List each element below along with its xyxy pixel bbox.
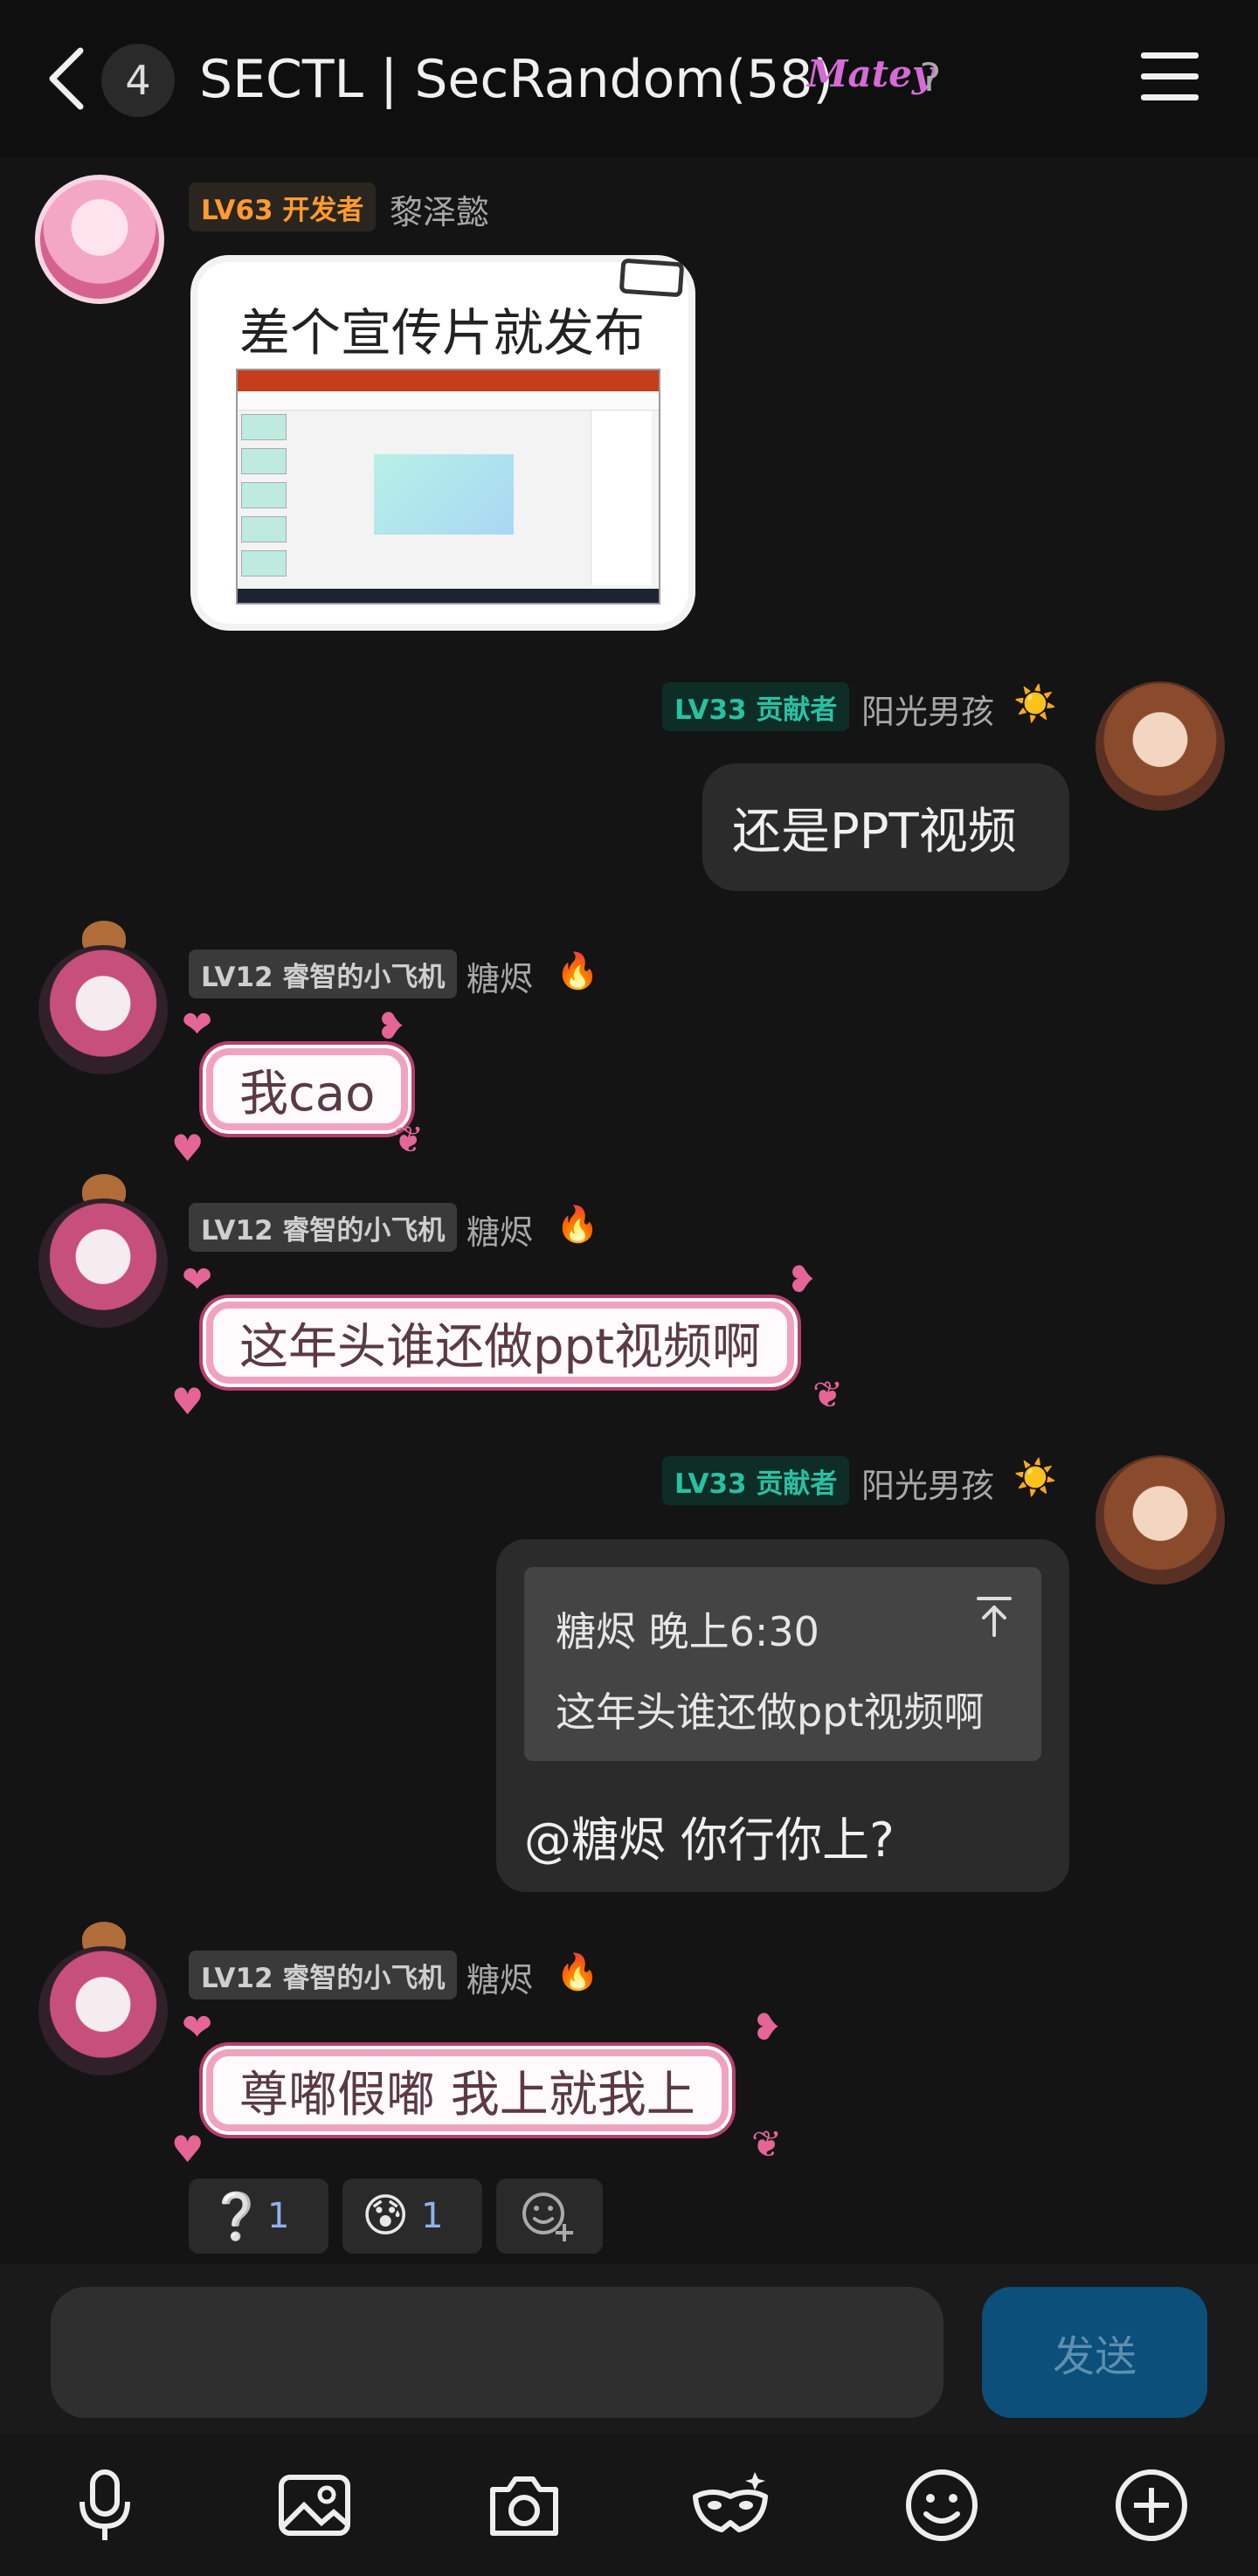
image-icon[interactable] [271,2462,358,2549]
message-bubble[interactable]: 我cao [206,1048,409,1130]
jump-to-top-icon[interactable] [973,1593,1015,1639]
heart-decoration: ❥ [376,1005,407,1047]
reaction-chip[interactable]: ❔ 1 [189,2179,328,2254]
avatar[interactable] [1096,681,1225,811]
question-mark-icon: ❔ [208,2190,265,2243]
brand-tag: Matey [807,52,934,95]
level-badge: LV33 贡献者 [662,682,850,731]
avatar[interactable] [38,1198,168,1328]
quoted-message[interactable]: 糖烬 晚上6:30 这年头谁还做ppt视频啊 [524,1567,1041,1761]
level-badge: LV63 开发者 [189,183,377,231]
sender-name[interactable]: 黎泽懿 [390,185,489,233]
reply-text: @糖烬 你行你上? [524,1813,895,1868]
composer-bar: 发送 [0,2264,1258,2434]
flame-icon: 🔥 [556,951,599,991]
flame-icon: 🔥 [556,1952,599,1992]
heart-decoration: ❥ [786,1258,818,1301]
heart-decoration: ❦ [751,2123,783,2165]
card-caption: 差个宣传片就发布 [239,303,646,363]
sender-name[interactable]: 糖烬 [467,1205,533,1253]
flame-icon: 🔥 [556,1205,599,1245]
add-reaction-icon [522,2193,573,2241]
microphone-icon[interactable] [61,2462,149,2549]
sun-icon: ☀️ [1013,1458,1057,1498]
message-input[interactable] [51,2287,944,2418]
smiley-icon[interactable] [898,2462,985,2549]
reaction-count: 1 [421,2196,444,2236]
level-badge: LV12 睿智的小飞机 [189,1203,458,1252]
sender-name[interactable]: 阳光男孩 [861,685,994,733]
quote-text: 这年头谁还做ppt视频啊 [556,1689,985,1736]
sender-name[interactable]: 糖烬 [467,952,533,1000]
heart-decoration: ❥ [751,2006,783,2048]
level-badge: LV33 贡献者 [662,1456,850,1505]
unread-count-badge[interactable]: 4 [101,44,175,117]
avatar[interactable] [1096,1455,1225,1585]
sender-name[interactable]: 糖烬 [467,1953,533,2001]
quote-header: 糖烬 晚上6:30 [556,1608,819,1655]
message-bubble[interactable]: 还是PPT视频 [702,763,1069,891]
reaction-chip[interactable]: 😰 1 [342,2179,482,2254]
heart-decoration: ♥ [171,1127,204,1170]
heart-decoration: ❤ [182,2006,213,2048]
heart-decoration: ❦ [393,1118,425,1161]
back-arrow-icon[interactable] [42,44,94,114]
group-title[interactable]: SECTL | SecRandom(58) [199,49,833,110]
add-reaction-button[interactable] [496,2179,603,2254]
heart-decoration: ❤ [182,1258,213,1301]
heart-decoration: ❦ [812,1373,844,1416]
bottom-toolbar [0,2434,1258,2576]
image-message-card[interactable]: 差个宣传片就发布 [190,255,695,631]
reply-message-bubble[interactable]: 糖烬 晚上6:30 这年头谁还做ppt视频啊 @糖烬 你行你上? [496,1539,1069,1892]
level-badge: LV12 睿智的小飞机 [189,950,458,998]
message-bubble[interactable]: 尊嘟假嘟 我上就我上 [206,2049,729,2131]
avatar[interactable] [38,1946,168,2075]
anxious-face-icon: 😰 [362,2190,410,2242]
heart-decoration: ❤ [182,1003,213,1046]
plus-circle-icon[interactable] [1108,2462,1195,2549]
ppt-screenshot-image [236,369,660,604]
mask-icon[interactable] [687,2462,774,2549]
sender-name[interactable]: 阳光男孩 [861,1459,994,1507]
avatar[interactable] [35,175,164,304]
message-bubble[interactable]: 这年头谁还做ppt视频啊 [206,1302,795,1384]
sun-icon: ☀️ [1013,684,1057,724]
ear-icon[interactable]: ʔ [921,56,940,100]
level-badge: LV12 睿智的小飞机 [189,1951,458,1999]
avatar[interactable] [38,945,168,1074]
menu-icon[interactable] [1141,52,1199,105]
chat-header: 4 SECTL | SecRandom(58) Matey ʔ [0,0,1258,157]
heart-decoration: ♥ [171,1380,204,1423]
camera-icon[interactable] [480,2462,568,2549]
send-button[interactable]: 发送 [982,2287,1207,2418]
reaction-count: 1 [267,2196,290,2236]
heart-decoration: ♥ [171,2128,204,2171]
